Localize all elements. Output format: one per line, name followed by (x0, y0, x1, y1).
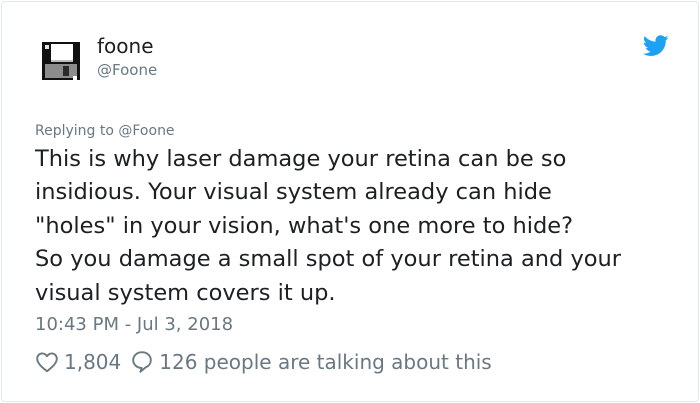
twitter-bird-icon (642, 35, 669, 56)
speech-bubble-icon (132, 351, 153, 373)
heart-icon (36, 352, 58, 373)
reply-count-text: 126 people are talking about this (159, 350, 492, 374)
tweet-text: This is why laser damage your retina can… (35, 146, 622, 306)
author-handle[interactable]: @Foone (97, 60, 157, 80)
like-count: 1,804 (64, 350, 122, 374)
reply-button[interactable]: 126 people are talking about this (131, 350, 492, 374)
floppy-disk-icon (42, 42, 80, 80)
tweet-card: foone @Foone Replying to @Foone This is … (1, 1, 699, 402)
like-button[interactable]: 1,804 (35, 350, 121, 374)
tweet-actions: 1,804 126 people are talking about this (35, 347, 492, 377)
avatar[interactable] (40, 40, 82, 82)
author-display-name[interactable]: foone (97, 34, 154, 58)
tweet-timestamp[interactable]: 10:43 PM - Jul 3, 2018 (35, 313, 233, 337)
reply-context[interactable]: Replying to @Foone (35, 121, 175, 141)
twitter-logo[interactable] (642, 35, 669, 57)
